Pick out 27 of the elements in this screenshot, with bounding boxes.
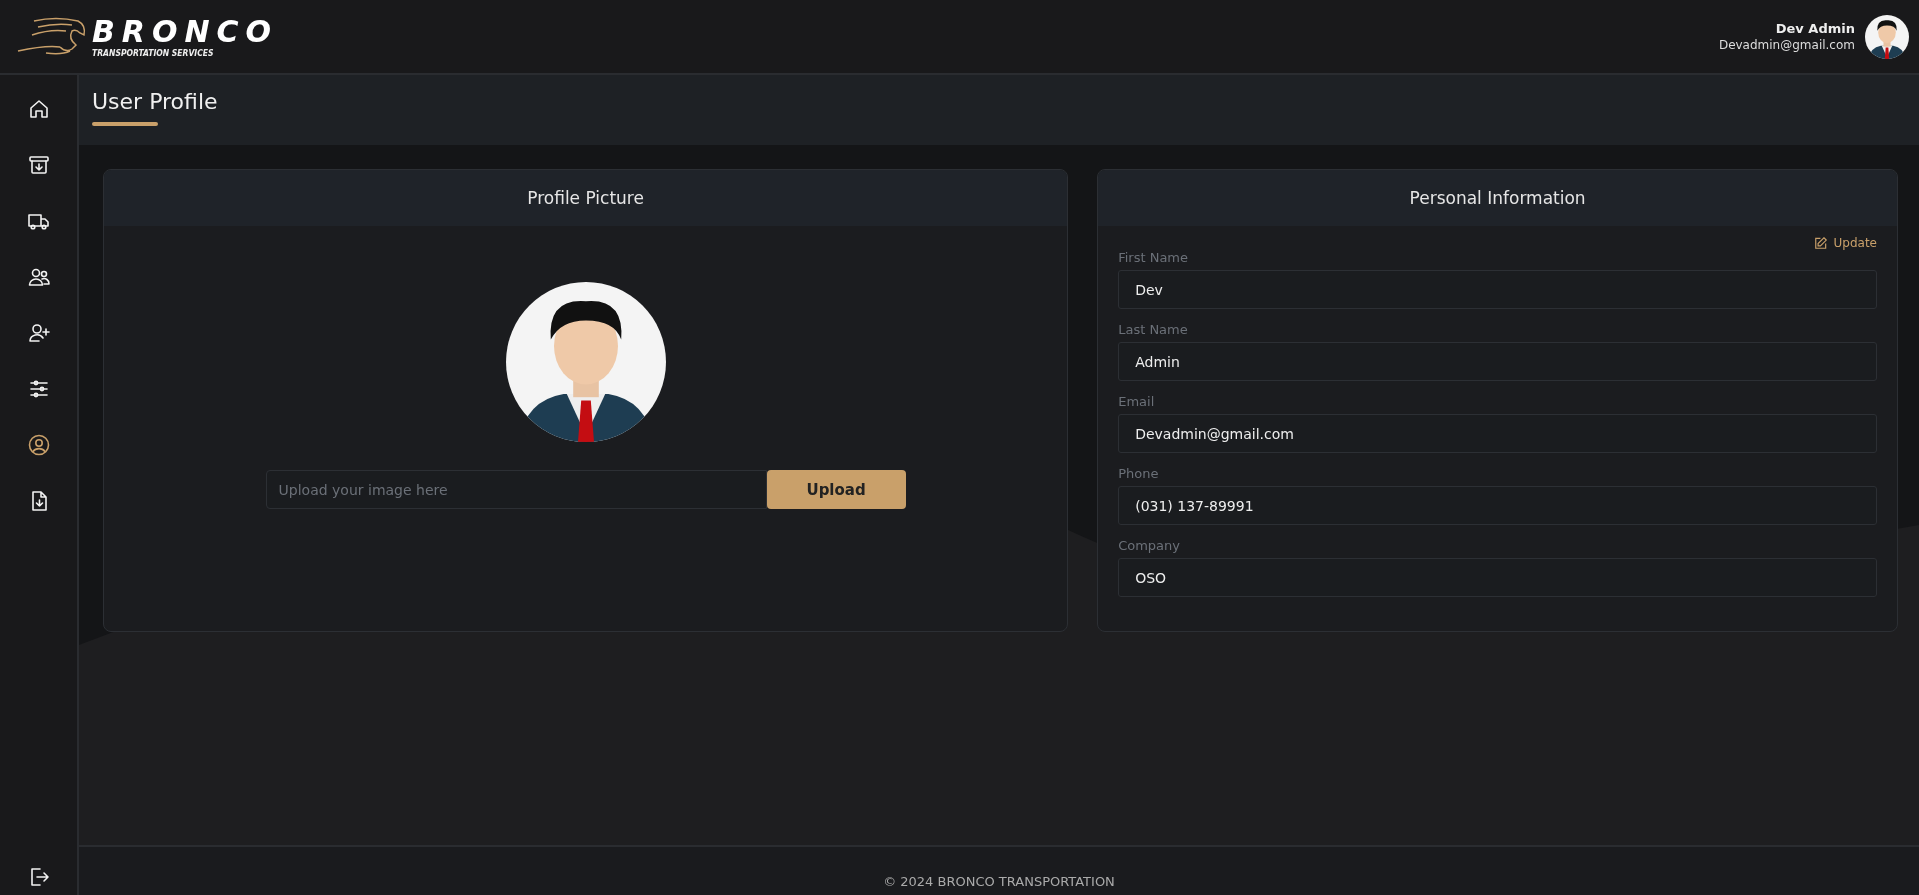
input-field[interactable]: Dev [1118, 270, 1877, 309]
page-title: User Profile [92, 89, 218, 114]
user-avatar[interactable] [1865, 14, 1909, 59]
title-underline [92, 122, 158, 126]
logo-subtitle: TRANSPORTATION SERVICES [92, 47, 214, 58]
upload-button[interactable]: Upload [766, 470, 906, 509]
edit-icon [1813, 236, 1828, 250]
logo-title: BRONCO [92, 15, 279, 48]
field-label: Email [1118, 394, 1156, 409]
update-link[interactable]: Update [1813, 236, 1877, 250]
upload-field[interactable]: Upload your image here [265, 470, 767, 509]
input-field[interactable]: (031) 137-89991 [1118, 486, 1877, 525]
user-circle-icon[interactable] [26, 433, 51, 457]
card-header: Personal Information [1098, 170, 1897, 226]
field-label: Phone [1118, 466, 1160, 481]
user-plus-icon[interactable] [26, 321, 51, 345]
field-label: First Name [1118, 250, 1189, 265]
archive-download-icon[interactable] [26, 153, 51, 177]
input-field[interactable]: Devadmin@gmail.com [1118, 414, 1877, 453]
field-label: Company [1118, 538, 1182, 553]
user-email: Devadmin@gmail.com [1718, 38, 1855, 52]
copyright-text: © 2024 BRONCO TRANSPORTATION [883, 874, 1115, 889]
input-field[interactable]: Admin [1118, 342, 1877, 381]
field-label: Last Name [1118, 322, 1189, 337]
card-header: Profile Picture [104, 170, 1068, 226]
user-name: Dev Admin [1775, 21, 1855, 36]
input-field[interactable]: OSO [1118, 558, 1877, 597]
